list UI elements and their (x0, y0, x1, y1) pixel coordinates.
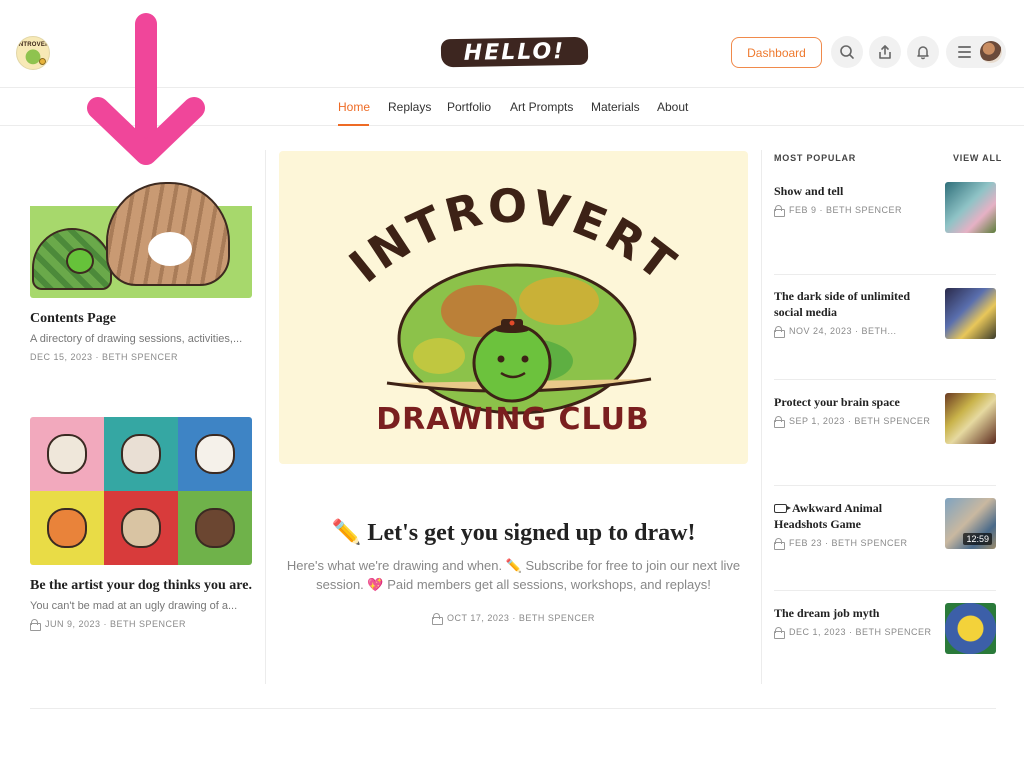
account-menu-button[interactable] (946, 36, 1006, 68)
column-divider-right (761, 150, 762, 684)
site-title[interactable]: HELLO! (440, 36, 589, 68)
lock-icon (774, 205, 785, 217)
post-card-dog-artist[interactable]: Be the artist your dog thinks you are. Y… (30, 417, 252, 631)
share-button[interactable] (869, 36, 901, 68)
nav-item-about[interactable]: About (657, 100, 688, 114)
popular-item-title[interactable]: Protect your brain space (774, 394, 934, 410)
site-title-text: HELLO! (463, 38, 566, 66)
popular-item-title[interactable]: Show and tell (774, 183, 934, 199)
popular-item-thumbnail[interactable] (945, 603, 996, 654)
turtle-head (66, 248, 94, 274)
arrow-down-icon (87, 13, 205, 165)
post-meta: JUN 9, 2023 · BETH SPENCER (30, 619, 252, 631)
bell-icon (917, 46, 929, 60)
post-subtitle: You can't be mad at an ugly drawing of a… (30, 600, 238, 612)
popular-item[interactable]: The dark side of unlimited social media … (774, 288, 996, 339)
logo-bottom-text: DRAWING CLUB (376, 402, 650, 437)
popular-item-title[interactable]: The dream job myth (774, 605, 934, 621)
avatar (980, 41, 1002, 63)
post-thumbnail[interactable] (30, 417, 252, 565)
post-meta-text: DEC 15, 2023 · BETH SPENCER (30, 352, 179, 362)
dog-drawing (121, 508, 161, 548)
most-popular-heading: MOST POPULAR (774, 153, 857, 163)
search-icon (840, 45, 854, 59)
divider (774, 590, 996, 591)
nav-active-indicator (338, 124, 369, 126)
post-subtitle: A directory of drawing sessions, activit… (30, 333, 243, 345)
popular-item-meta-text: NOV 24, 2023 · BETH... (789, 326, 897, 336)
site-logo-icon[interactable]: INTROVERT (16, 36, 50, 70)
cat-face (148, 232, 192, 266)
nav-item-replays[interactable]: Replays (388, 100, 431, 114)
post-meta-text: JUN 9, 2023 · BETH SPENCER (45, 619, 187, 629)
nav-item-materials[interactable]: Materials (591, 100, 640, 114)
share-icon (879, 45, 891, 59)
popular-item-thumbnail[interactable] (945, 288, 996, 339)
post-meta: DEC 15, 2023 · BETH SPENCER (30, 352, 252, 362)
turtle-head (472, 323, 552, 403)
lock-icon (774, 326, 785, 338)
dog-drawing (121, 434, 161, 474)
popular-item-meta-text: SEP 1, 2023 · BETH SPENCER (789, 416, 931, 426)
post-title[interactable]: Be the artist your dog thinks you are. (30, 576, 252, 595)
divider (774, 485, 996, 486)
introvert-drawing-club-logo: INTROVERT DRAWING CLUB (339, 179, 684, 437)
column-divider-left (265, 150, 266, 684)
footer-divider (30, 708, 996, 709)
lock-icon (30, 619, 41, 631)
video-duration: 12:59 (963, 533, 992, 545)
site-logo-dot (39, 58, 46, 65)
popular-item[interactable]: Awkward Animal Headshots Game FEB 23 · B… (774, 498, 996, 550)
cat-drawing (106, 182, 230, 286)
dog-drawing (195, 434, 235, 474)
site-logo-text: INTROVERT (17, 42, 50, 48)
dashboard-button[interactable]: Dashboard (731, 37, 822, 68)
popular-item-thumbnail[interactable] (945, 393, 996, 444)
lock-icon (432, 613, 444, 625)
lock-icon (774, 538, 785, 550)
popular-item-title[interactable]: The dark side of unlimited social media (774, 288, 934, 320)
popular-item-thumbnail[interactable]: 12:59 (945, 498, 996, 549)
popular-item-title[interactable]: Awkward Animal Headshots Game (774, 500, 934, 532)
featured-post-image[interactable]: INTROVERT DRAWING CLUB (279, 151, 748, 464)
divider (774, 379, 996, 380)
featured-post-title[interactable]: ✏️ Let's get you signed up to draw! (279, 518, 748, 547)
notifications-button[interactable] (907, 36, 939, 68)
search-button[interactable] (831, 36, 863, 68)
lock-icon (774, 416, 785, 428)
popular-item-meta-text: FEB 23 · BETH SPENCER (789, 538, 908, 548)
popular-item[interactable]: Show and tell FEB 9 · BETH SPENCER (774, 182, 996, 233)
dog-drawing (195, 508, 235, 548)
dog-drawing (47, 508, 87, 548)
nav-item-art-prompts[interactable]: Art Prompts (510, 100, 573, 114)
popular-item-meta-text: DEC 1, 2023 · BETH SPENCER (789, 627, 932, 637)
post-card-contents[interactable]: Contents Page A directory of drawing ses… (30, 180, 252, 362)
nav-item-portfolio[interactable]: Portfolio (447, 100, 491, 114)
featured-post-meta-text: OCT 17, 2023 · BETH SPENCER (447, 613, 595, 623)
lock-icon (774, 627, 785, 639)
featured-post-subtitle: Here's what we're drawing and when. ✏️ S… (286, 558, 741, 592)
popular-item-meta-text: FEB 9 · BETH SPENCER (789, 205, 903, 215)
dog-drawing (47, 434, 87, 474)
featured-post-meta: OCT 17, 2023 · BETH SPENCER (279, 613, 748, 625)
video-icon (774, 504, 791, 513)
view-all-link[interactable]: VIEW ALL (953, 153, 1002, 163)
popular-item[interactable]: Protect your brain space SEP 1, 2023 · B… (774, 393, 996, 444)
post-title[interactable]: Contents Page (30, 309, 252, 328)
nav-item-home[interactable]: Home (338, 100, 370, 114)
popular-item[interactable]: The dream job myth DEC 1, 2023 · BETH SP… (774, 603, 996, 654)
post-thumbnail[interactable] (30, 180, 252, 298)
popular-item-thumbnail[interactable] (945, 182, 996, 233)
menu-icon (958, 46, 971, 58)
divider (774, 274, 996, 275)
